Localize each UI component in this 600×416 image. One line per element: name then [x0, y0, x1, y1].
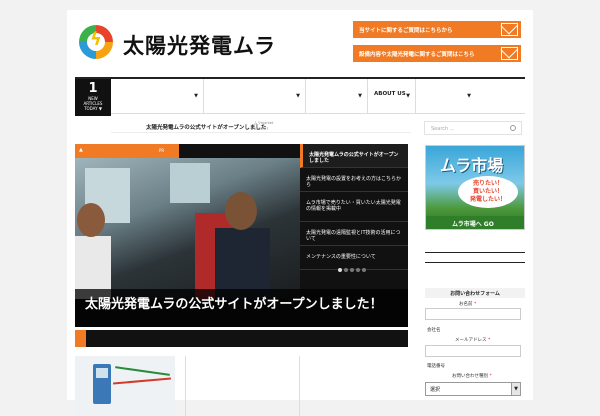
slider-dot[interactable]	[362, 268, 366, 272]
search-box[interactable]: Search ...	[424, 121, 522, 135]
slider-pagination	[338, 267, 368, 274]
today-count: 1	[88, 81, 98, 96]
inquiry-type-select[interactable]: 選択 ▼	[425, 382, 521, 396]
thumb-device	[93, 364, 111, 404]
ad-bubble-line: 買いたい！	[472, 188, 503, 195]
name-field[interactable]	[425, 308, 521, 320]
inquiry-type-label: お問い合わせ種別 *	[452, 373, 492, 379]
slider-dot[interactable]	[356, 268, 360, 272]
slide-list-item[interactable]: 太陽光発電の設置をお考えの方はこちらから	[300, 168, 408, 192]
slider-dot[interactable]	[350, 268, 354, 272]
featured-slider: ▲ PR 太陽光発電ムラの公式サイトがオープンしました 太陽光発電の設置をお考え…	[75, 144, 408, 327]
name-label-text: お名前	[459, 302, 473, 307]
card-divider	[299, 356, 300, 416]
photo-window	[170, 163, 210, 203]
news-ticker: 太陽光発電ムラの公式サイトがオープンしました ムラmarket 2015.07	[111, 119, 411, 133]
required-mark: *	[473, 302, 477, 307]
photo-person-head	[77, 203, 105, 237]
equipment-inquiry-label: 設備内容や太陽光発電に関するご質問はこちら	[359, 52, 475, 58]
equipment-inquiry-button[interactable]: 設備内容や太陽光発電に関するご質問はこちら	[353, 45, 521, 62]
page-container: ϟ 太陽光発電ムラ 当サイトに関するご質問はこちらから 設備内容や太陽光発電に関…	[67, 10, 533, 416]
ticker-headline[interactable]: 太陽光発電ムラの公式サイトがオープンしました	[146, 123, 266, 131]
company-label: 会社名	[427, 328, 441, 333]
caret-down-icon: ▼	[194, 93, 198, 99]
article-thumbnail[interactable]	[75, 356, 175, 416]
nav-item-1[interactable]: ▼	[111, 79, 204, 114]
nav-item-5[interactable]: ▼	[416, 79, 476, 114]
site-inquiry-label: 当サイトに関するご質問はこちらから	[359, 28, 453, 34]
select-value: 選択	[430, 387, 441, 393]
slide-category-tag[interactable]: ▲ PR	[75, 144, 179, 158]
slide-list-item[interactable]: 太陽光発電ムラの公式サイトがオープンしました	[300, 144, 408, 168]
email-field[interactable]	[425, 345, 521, 357]
market-banner-ad[interactable]: ムラ市場 売りたい！ 買いたい！ 発電したい！ ムラ市場へ GO	[425, 145, 525, 230]
nav-item-2[interactable]: ▼	[204, 79, 306, 114]
ticker-category: ムラmarket	[254, 121, 274, 125]
ad-bubble-line: 発電したい！	[469, 196, 506, 203]
search-icon[interactable]	[510, 125, 516, 131]
sidebar-divider	[425, 252, 525, 253]
lightning-icon: ϟ	[90, 29, 102, 50]
phone-label: 電話番号	[427, 364, 445, 369]
nav-item-3[interactable]: ▼	[306, 79, 368, 114]
card-divider	[185, 356, 186, 416]
main-nav: 1 NEW ARTICLES TODAY ▼ ▼ ▼ ▼ ABOUT US ▼ …	[75, 77, 525, 116]
today-label-today: TODAY ▼	[84, 106, 102, 111]
site-inquiry-button[interactable]: 当サイトに関するご質問はこちらから	[353, 21, 521, 38]
slider-dot[interactable]	[344, 268, 348, 272]
required-mark: *	[489, 374, 492, 379]
ad-title: ムラ市場	[440, 156, 504, 175]
envelope-icon	[501, 47, 518, 60]
slide-tag-pr: PR	[159, 148, 165, 153]
section-header-bar	[75, 330, 408, 347]
ticker-date: 2015.07	[254, 127, 269, 131]
caret-down-icon: ▼	[296, 93, 300, 99]
featured-photo[interactable]	[75, 158, 300, 299]
envelope-icon	[501, 23, 518, 36]
search-placeholder: Search ...	[431, 126, 455, 132]
photo-person-head	[225, 192, 257, 230]
select-arrow-icon[interactable]: ▼	[511, 383, 520, 395]
ad-go-button[interactable]: ムラ市場へ GO	[426, 216, 524, 229]
caret-down-icon: ▼	[467, 93, 471, 99]
caret-down-icon: ▼	[358, 93, 362, 99]
contact-form-heading: お問い合わせフォーム	[425, 288, 525, 298]
slide-headline-list: 太陽光発電ムラの公式サイトがオープンしました 太陽光発電の設置をお考えの方はこち…	[300, 144, 408, 284]
site-logo[interactable]: ϟ	[79, 25, 113, 59]
slider-dot[interactable]	[338, 268, 342, 272]
inquiry-type-label-text: お問い合わせ種別	[452, 374, 488, 379]
slide-list-item[interactable]: ムラ市場で売りたい・買いたい太陽光発電の情報を掲載中	[300, 192, 408, 222]
caret-down-icon: ▼	[406, 93, 410, 99]
slide-tag-arrow: ▲	[79, 147, 83, 153]
slide-caption[interactable]: 太陽光発電ムラの公式サイトがオープンしました！	[75, 289, 408, 327]
required-mark: *	[487, 338, 491, 343]
thumb-wire	[115, 366, 170, 376]
thumb-wire	[113, 377, 171, 385]
ad-bubble: 売りたい！ 買いたい！ 発電したい！	[458, 176, 518, 208]
sidebar-divider	[425, 262, 525, 263]
ad-bubble-line: 売りたい！	[472, 180, 503, 187]
nav-item-about[interactable]: ABOUT US ▼	[368, 79, 416, 114]
email-label: メールアドレス *	[455, 337, 490, 343]
email-label-text: メールアドレス	[455, 338, 487, 343]
nav-about-label: ABOUT US	[374, 91, 406, 97]
site-title[interactable]: 太陽光発電ムラ	[123, 30, 276, 60]
today-articles-badge[interactable]: 1 NEW ARTICLES TODAY ▼	[75, 79, 111, 116]
slide-list-item[interactable]: 太陽光発電の遠隔監視とIT技術の活用について	[300, 222, 408, 246]
name-label: お名前 *	[459, 301, 476, 307]
